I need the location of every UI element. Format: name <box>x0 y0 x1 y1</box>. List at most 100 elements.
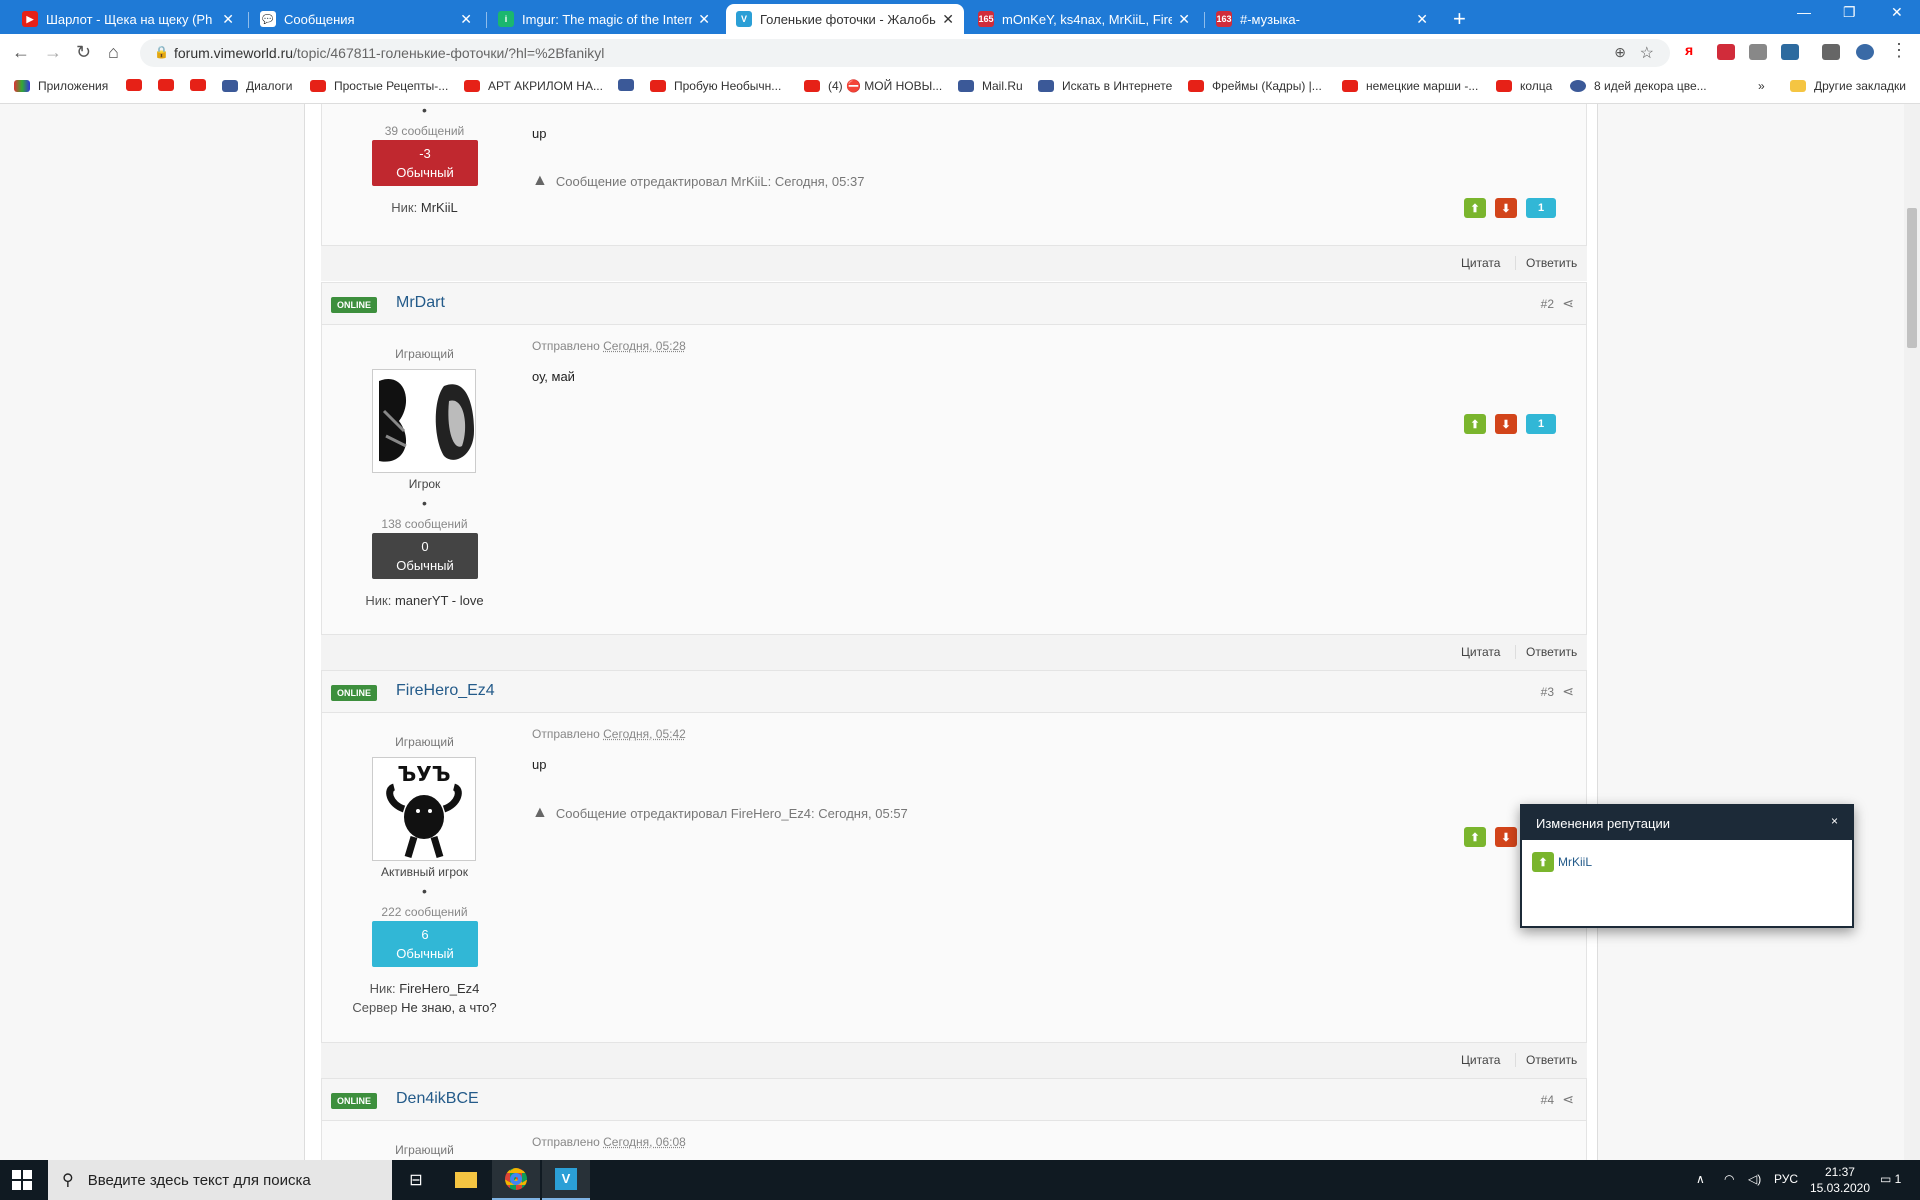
close-icon[interactable]: ✕ <box>698 11 710 28</box>
quote-button[interactable]: Цитата <box>1461 256 1500 270</box>
close-icon[interactable]: ✕ <box>460 11 472 28</box>
search-icon: ⚲ <box>62 1172 74 1189</box>
vote-up-button[interactable]: ⬆ <box>1464 414 1486 434</box>
scrollbar-thumb[interactable] <box>1907 208 1917 348</box>
post-content: up <box>532 126 547 141</box>
media-icon[interactable] <box>1822 44 1840 60</box>
online-badge: ONLINE <box>331 685 378 701</box>
post-meta: Отправлено Сегодня, 05:28 <box>532 339 686 353</box>
tab-music[interactable]: 163 #-музыка- ✕ <box>1206 4 1438 34</box>
post-number[interactable]: #4 <box>1541 1093 1554 1107</box>
restore-icon[interactable]: ❐ <box>1843 4 1856 21</box>
bookmark-apps[interactable]: Приложения <box>14 79 108 93</box>
bookmark-youtube[interactable] <box>190 79 214 91</box>
post-number[interactable]: #3 <box>1541 685 1554 699</box>
avatar[interactable]: ЪУЪ <box>372 757 476 861</box>
file-explorer-icon[interactable] <box>442 1160 490 1200</box>
bookmark-frames[interactable]: Фреймы (Кадры) |... <box>1188 79 1322 93</box>
clock[interactable]: 21:37 15.03.2020 <box>1810 1164 1870 1196</box>
extension-icon[interactable] <box>1717 44 1735 60</box>
quote-button[interactable]: Цитата <box>1461 1053 1500 1067</box>
user-nick: Ник: FireHero_Ez4 <box>369 981 480 996</box>
home-icon[interactable]: ⌂ <box>108 42 119 63</box>
menu-icon[interactable]: ⋮ <box>1890 40 1908 61</box>
new-tab-button[interactable]: + <box>1453 6 1466 32</box>
tab-imgur[interactable]: i Imgur: The magic of the Internet ✕ <box>488 4 720 34</box>
bookmark-dialogs[interactable]: Диалоги <box>222 79 292 93</box>
reputation-label: Обычный <box>396 165 454 180</box>
profile-avatar[interactable] <box>1856 44 1874 60</box>
tab-youtube-sharlot[interactable]: ▶ Шарлот - Щека на щеку (Ph ✕ <box>12 4 244 34</box>
taskbar-search[interactable]: ⚲ Введите здесь текст для поиска <box>48 1160 392 1200</box>
vote-up-button[interactable]: ⬆ <box>1464 827 1486 847</box>
reply-button[interactable]: Ответить <box>1515 256 1577 270</box>
vote-down-button[interactable]: ⬇ <box>1495 827 1517 847</box>
bookmark-youtube[interactable] <box>158 79 182 91</box>
tray-expand-icon[interactable]: ∧ <box>1696 1172 1705 1186</box>
vimeworld-app-icon[interactable]: V <box>542 1160 590 1200</box>
yandex-icon[interactable]: я <box>1685 42 1703 58</box>
share-icon[interactable]: ⋖ <box>1562 295 1574 312</box>
close-icon[interactable]: ✕ <box>1416 11 1428 28</box>
tab-monkey[interactable]: 165 mOnKeY, ks4nax, MrKiiL, Fire ✕ <box>968 4 1200 34</box>
task-view-icon[interactable]: ⊟ <box>392 1160 440 1200</box>
volume-icon[interactable]: ◁) <box>1748 1172 1761 1186</box>
address-bar[interactable]: 🔒 forum.vimeworld.ru/topic/467811-голень… <box>140 39 1670 67</box>
post-number[interactable]: #2 <box>1541 297 1554 311</box>
extension-icon[interactable] <box>1781 44 1799 60</box>
back-icon[interactable]: ← <box>12 42 30 63</box>
close-icon[interactable]: ✕ <box>1178 11 1190 28</box>
avatar[interactable] <box>372 369 476 473</box>
share-icon[interactable]: ⋖ <box>1562 683 1574 700</box>
windows-start-icon[interactable] <box>12 1170 32 1190</box>
extension-icon[interactable] <box>1749 44 1767 60</box>
post-meta: Отправлено Сегодня, 05:42 <box>532 727 686 741</box>
bookmark-search[interactable]: Искать в Интернете <box>1038 79 1172 93</box>
close-window-icon[interactable]: ✕ <box>1891 4 1903 21</box>
language-indicator[interactable]: РУС <box>1774 1172 1798 1186</box>
bookmark-try[interactable]: Пробую Необычн... <box>650 79 781 93</box>
bookmark-decor[interactable]: 8 идей декора цве... <box>1570 79 1707 93</box>
bookmark-marches[interactable]: немецкие марши -... <box>1342 79 1478 93</box>
zoom-icon[interactable]: ⊕ <box>1614 44 1626 61</box>
user-nick: Ник: manerYT - love <box>365 593 484 608</box>
bookmark-mailru[interactable]: Mail.Ru <box>958 79 1023 93</box>
post-author[interactable]: Den4ikBCE <box>396 1090 479 1108</box>
bookmark-youtube[interactable] <box>126 79 150 91</box>
post-author[interactable]: FireHero_Ez4 <box>396 682 495 700</box>
vote-count[interactable]: 1 <box>1526 414 1556 434</box>
vote-count[interactable]: 1 <box>1526 198 1556 218</box>
tab-messages[interactable]: 💬 Сообщения ✕ <box>250 4 482 34</box>
bookmark-art[interactable]: АРТ АКРИЛОМ НА... <box>464 79 603 93</box>
close-icon[interactable]: ✕ <box>942 11 954 28</box>
bookmark-recipes[interactable]: Простые Рецепты-... <box>310 79 448 93</box>
bookmarks-overflow-icon[interactable]: » <box>1758 79 1765 93</box>
reply-button[interactable]: Ответить <box>1515 1053 1577 1067</box>
edited-note: ▲ Сообщение отредактировал FireHero_Ez4:… <box>532 804 908 821</box>
tab-vimeworld-active[interactable]: V Голенькие фоточки - Жалобы н ✕ <box>726 4 964 34</box>
reputation-label: Обычный <box>396 558 454 573</box>
chrome-icon[interactable] <box>492 1160 540 1200</box>
page-scrollbar[interactable] <box>1904 104 1920 1160</box>
close-icon[interactable]: × <box>1831 814 1838 828</box>
close-icon[interactable]: ✕ <box>222 11 234 28</box>
bookmark-vk[interactable] <box>618 79 642 91</box>
vote-down-button[interactable]: ⬇ <box>1495 198 1517 218</box>
bookmark-new[interactable]: (4) ⛔ МОЙ НОВЫ... <box>804 79 942 93</box>
vote-down-button[interactable]: ⬇ <box>1495 414 1517 434</box>
reputation-user-link[interactable]: MrKiiL <box>1558 855 1592 869</box>
vote-controls: ⬆ ⬇ 1 <box>1464 198 1556 218</box>
reload-icon[interactable]: ↻ <box>76 42 91 63</box>
forward-icon[interactable]: → <box>44 42 62 63</box>
network-icon[interactable]: ◠ <box>1724 1172 1734 1186</box>
post-author[interactable]: MrDart <box>396 294 445 312</box>
bookmark-other[interactable]: Другие закладки <box>1790 79 1906 93</box>
reply-button[interactable]: Ответить <box>1515 645 1577 659</box>
share-icon[interactable]: ⋖ <box>1562 1091 1574 1108</box>
bookmark-star-icon[interactable]: ☆ <box>1640 43 1654 63</box>
minimize-icon[interactable]: — <box>1797 4 1811 20</box>
bookmark-rings[interactable]: колца <box>1496 79 1552 93</box>
notifications-icon[interactable]: ▭ 1 <box>1880 1172 1901 1186</box>
quote-button[interactable]: Цитата <box>1461 645 1500 659</box>
vote-up-button[interactable]: ⬆ <box>1464 198 1486 218</box>
